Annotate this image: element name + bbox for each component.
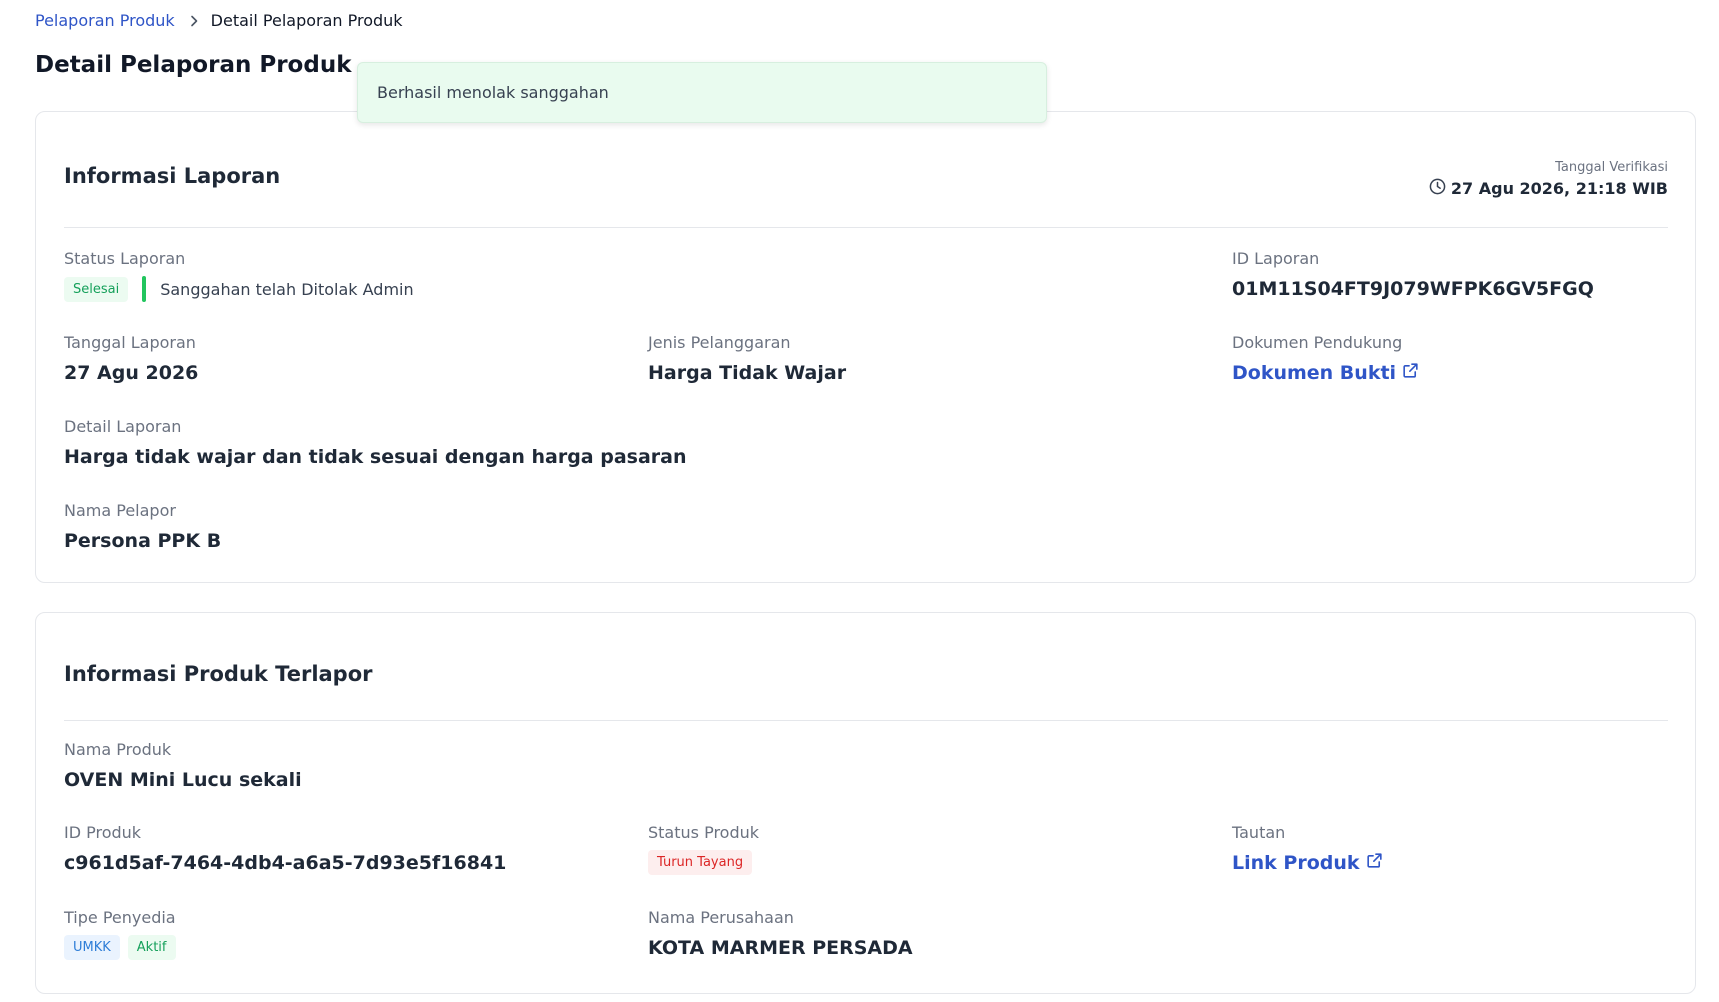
- status-badge: Selesai: [64, 276, 129, 302]
- status-produk-field: Status Produk Turun Tayang: [648, 823, 759, 875]
- nama-produk-field: Nama Produk OVEN Mini Lucu sekali: [64, 740, 302, 791]
- status-laporan-field: Status Laporan Selesai Sanggahan telah D…: [64, 249, 414, 302]
- verification-value: 27 Agu 2026, 21:18 WIB: [1450, 179, 1668, 198]
- breadcrumb: Pelaporan Produk Detail Pelaporan Produk: [35, 11, 403, 30]
- toast-message: Berhasil menolak sanggahan: [377, 83, 609, 102]
- clock-icon: [1429, 178, 1451, 199]
- tanggal-laporan-value: 27 Agu 2026: [64, 362, 199, 384]
- provider-status-badge: Aktif: [127, 935, 176, 960]
- tautan-label: Tautan: [1232, 823, 1286, 842]
- id-laporan-label: ID Laporan: [1232, 249, 1320, 268]
- detail-laporan-label: Detail Laporan: [64, 417, 182, 436]
- tautan-field: Tautan Link Produk: [1232, 823, 1383, 874]
- dokumen-pendukung-label: Dokumen Pendukung: [1232, 333, 1403, 352]
- verification-label: Tanggal Verifikasi: [1555, 160, 1668, 175]
- status-produk-badge: Turun Tayang: [648, 850, 753, 875]
- nama-pelapor-label: Nama Pelapor: [64, 501, 176, 520]
- nama-perusahaan-value: KOTA MARMER PERSADA: [648, 937, 913, 959]
- nama-perusahaan-label: Nama Perusahaan: [648, 908, 794, 927]
- link-produk-link[interactable]: Link Produk: [1232, 852, 1383, 874]
- jenis-pelanggaran-label: Jenis Pelanggaran: [648, 333, 791, 352]
- detail-laporan-value: Harga tidak wajar dan tidak sesuai denga…: [64, 446, 687, 468]
- breadcrumb-current: Detail Pelaporan Produk: [210, 11, 403, 30]
- report-info-card: Informasi Laporan Tanggal Verifikasi 27 …: [35, 111, 1696, 583]
- nama-perusahaan-field: Nama Perusahaan KOTA MARMER PERSADA: [648, 908, 913, 959]
- divider: [64, 720, 1668, 721]
- dokumen-bukti-link[interactable]: Dokumen Bukti: [1232, 362, 1419, 384]
- id-laporan-value: 01M11S04FT9J079WFPK6GV5FGQ: [1232, 278, 1594, 300]
- external-link-icon: [1360, 852, 1383, 874]
- nama-produk-value: OVEN Mini Lucu sekali: [64, 769, 302, 791]
- external-link-icon: [1396, 362, 1419, 384]
- provider-type-badge: UMKK: [64, 935, 120, 960]
- product-info-title: Informasi Produk Terlapor: [64, 662, 373, 686]
- tipe-penyedia-field: Tipe Penyedia UMKK Aktif: [64, 908, 176, 960]
- id-produk-field: ID Produk c961d5af-7464-4db4-a6a5-7d93e5…: [64, 823, 506, 874]
- id-produk-value: c961d5af-7464-4db4-a6a5-7d93e5f16841: [64, 852, 507, 874]
- jenis-pelanggaran-value: Harga Tidak Wajar: [648, 362, 847, 384]
- status-indicator-bar: [142, 276, 147, 302]
- tipe-penyedia-label: Tipe Penyedia: [64, 908, 176, 927]
- status-text: Sanggahan telah Ditolak Admin: [160, 279, 414, 299]
- success-toast[interactable]: Berhasil menolak sanggahan: [357, 62, 1047, 123]
- chevron-right-icon: [189, 15, 199, 27]
- report-info-title: Informasi Laporan: [64, 164, 281, 188]
- nama-produk-label: Nama Produk: [64, 740, 172, 759]
- jenis-pelanggaran-field: Jenis Pelanggaran Harga Tidak Wajar: [648, 333, 846, 384]
- detail-laporan-field: Detail Laporan Harga tidak wajar dan tid…: [64, 417, 687, 468]
- id-produk-label: ID Produk: [64, 823, 142, 842]
- dokumen-pendukung-field: Dokumen Pendukung Dokumen Bukti: [1232, 333, 1419, 384]
- product-info-card: Informasi Produk Terlapor Nama Produk OV…: [35, 612, 1696, 994]
- tanggal-laporan-label: Tanggal Laporan: [64, 333, 196, 352]
- breadcrumb-link-pelaporan-produk[interactable]: Pelaporan Produk: [35, 11, 175, 30]
- id-laporan-field: ID Laporan 01M11S04FT9J079WFPK6GV5FGQ: [1232, 249, 1594, 300]
- divider: [64, 227, 1668, 228]
- nama-pelapor-value: Persona PPK B: [64, 530, 222, 552]
- verification-date: Tanggal Verifikasi 27 Agu 2026, 21:18 WI…: [1429, 160, 1668, 199]
- tanggal-laporan-field: Tanggal Laporan 27 Agu 2026: [64, 333, 198, 384]
- nama-pelapor-field: Nama Pelapor Persona PPK B: [64, 501, 221, 552]
- status-produk-label: Status Produk: [648, 823, 760, 842]
- page-title: Detail Pelaporan Produk: [35, 52, 352, 78]
- status-laporan-label: Status Laporan: [64, 249, 186, 268]
